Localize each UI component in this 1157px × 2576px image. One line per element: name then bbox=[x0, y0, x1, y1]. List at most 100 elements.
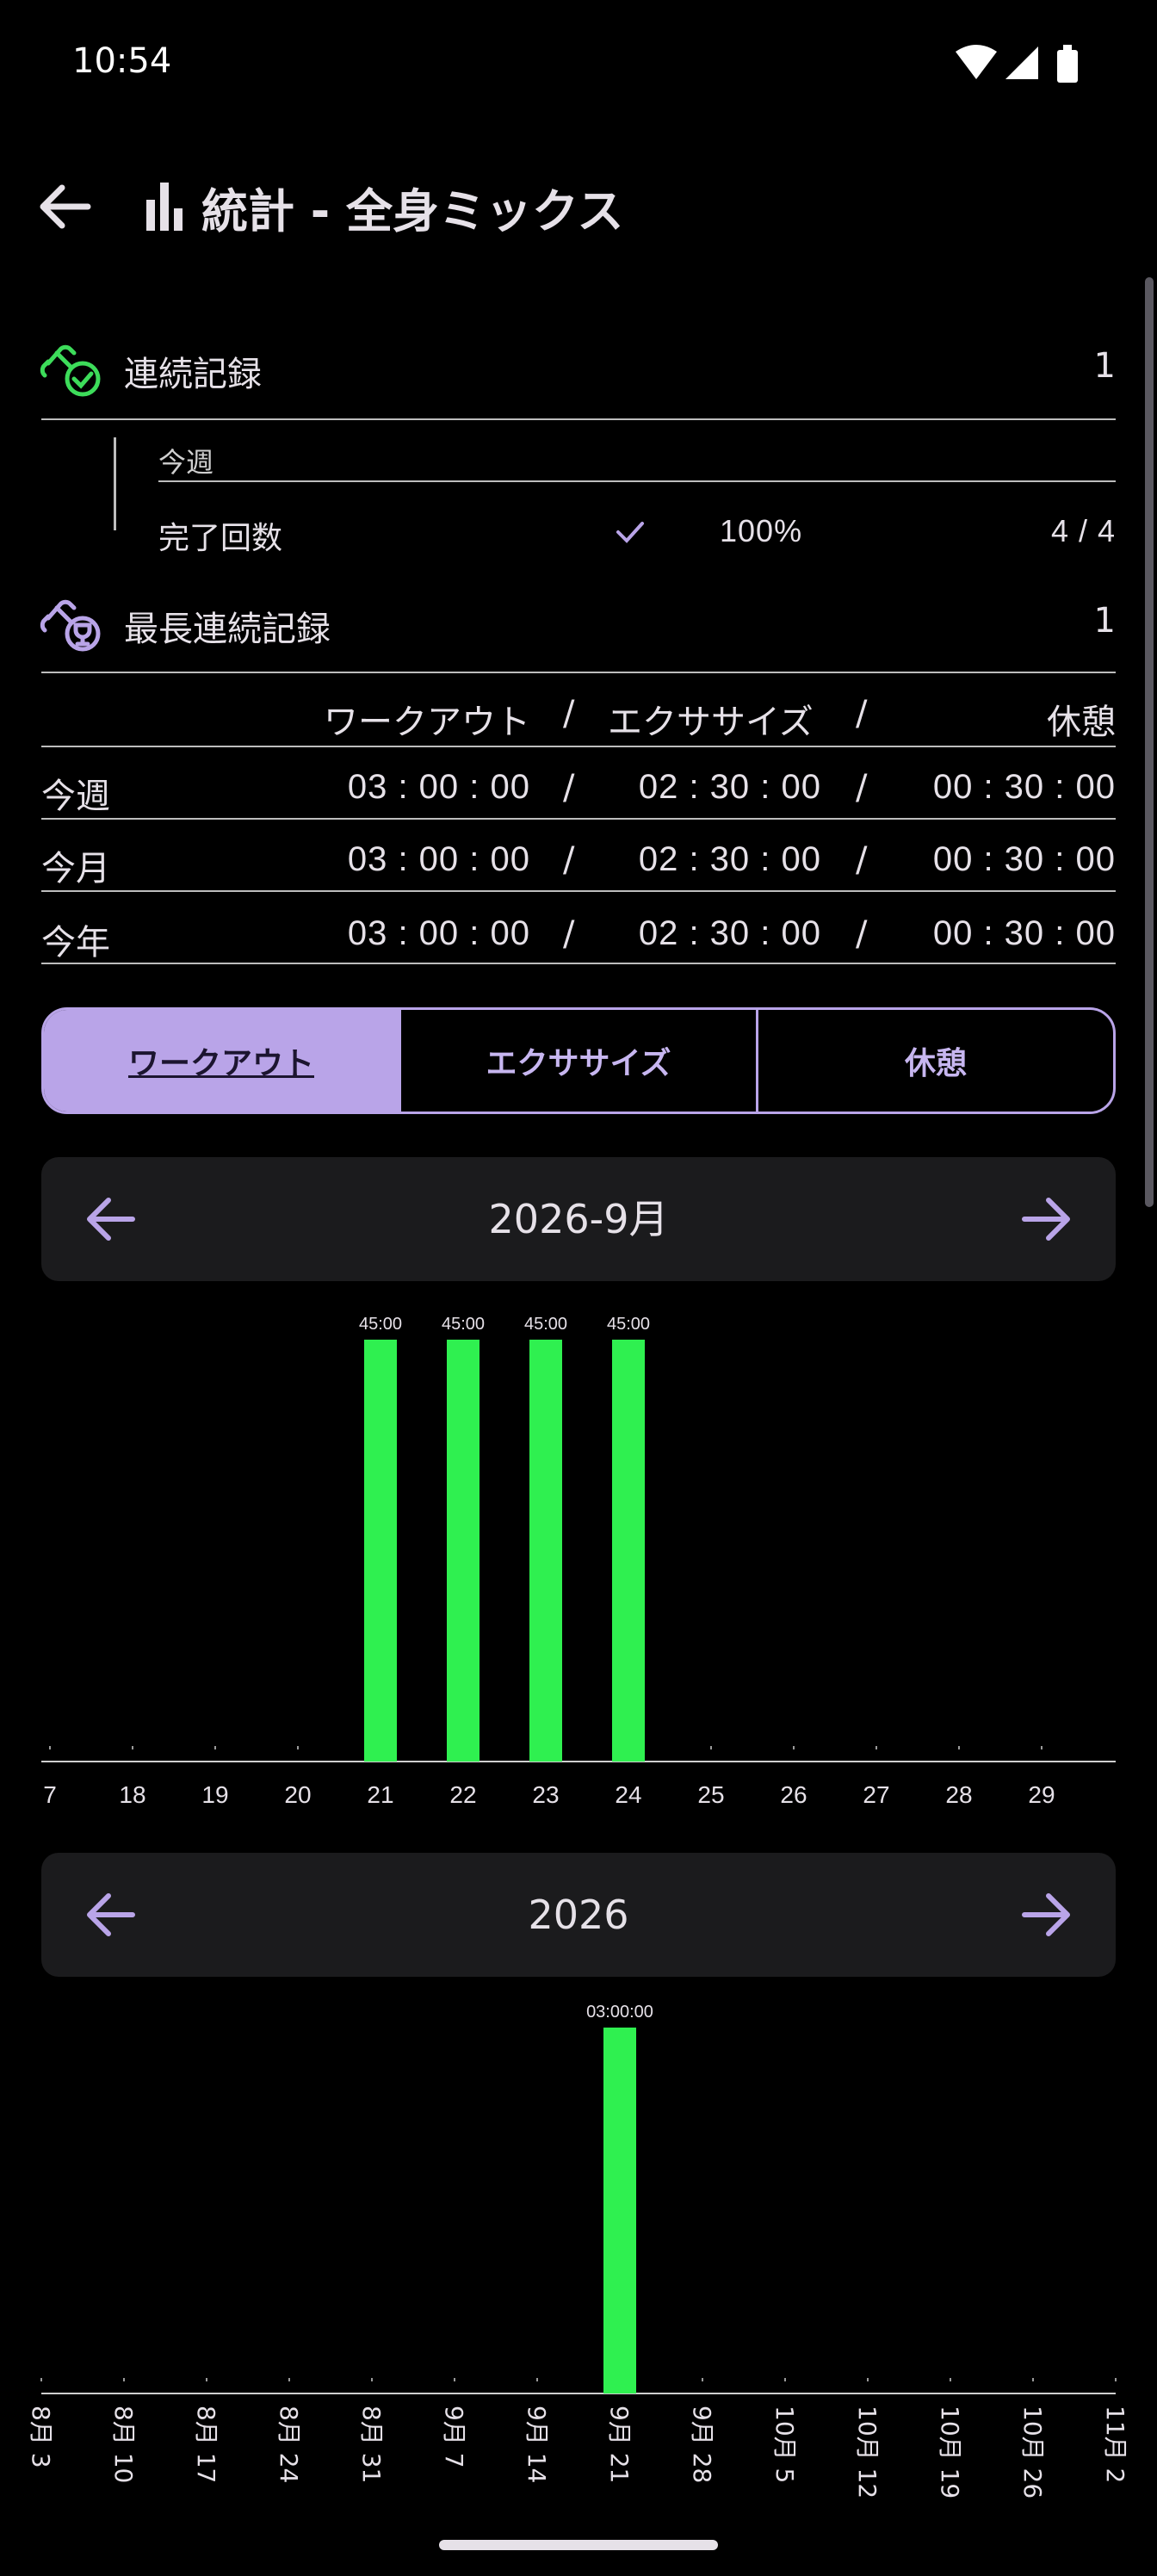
row-label-week: 今週 bbox=[41, 777, 110, 816]
bar-chart-icon bbox=[146, 183, 183, 231]
check-icon bbox=[616, 522, 644, 543]
divider bbox=[158, 480, 1116, 482]
divider bbox=[41, 963, 1116, 964]
header-separator: / bbox=[563, 694, 575, 734]
header-workout: ワークアウト bbox=[324, 703, 530, 742]
x-tick-label: 8月 3 bbox=[27, 2406, 55, 2468]
bar bbox=[364, 1340, 397, 1762]
divider bbox=[41, 746, 1116, 747]
bar bbox=[612, 1340, 645, 1762]
status-time: 10:54 bbox=[72, 41, 172, 81]
x-tick-label: 10月 12 bbox=[853, 2406, 882, 2499]
divider bbox=[41, 672, 1116, 673]
app-bar-title-group: 統計 - 全身ミックス bbox=[145, 172, 623, 241]
separator: / bbox=[856, 914, 868, 954]
completion-percent: 100% bbox=[720, 513, 803, 548]
x-tick-label: 9月 21 bbox=[605, 2406, 634, 2483]
segmented-tabs: ワークアウト エクササイズ 休憩 bbox=[41, 1007, 1116, 1114]
bar-value-label: 03:00:00 bbox=[586, 2003, 653, 2022]
year-workout-time: 03 : 00 : 00 bbox=[347, 914, 530, 952]
longest-streak-value: 1 bbox=[1093, 601, 1116, 641]
month-navigator: 2026-9月 bbox=[41, 1157, 1116, 1281]
month-workout-time: 03 : 00 : 00 bbox=[347, 840, 530, 878]
battery-icon bbox=[1057, 45, 1078, 83]
week-indent-line bbox=[114, 437, 116, 530]
monthly-bar-chart: 7 18 19 20 45:00 21 45:00 22 45:00 23 45:00 24 25 26 2… bbox=[41, 1315, 1116, 1808]
streak-link-check-icon bbox=[40, 344, 101, 397]
x-tick-label: 29 bbox=[1028, 1781, 1055, 1808]
x-tick-label: 8月 24 bbox=[275, 2406, 303, 2483]
x-tick-label: 24 bbox=[615, 1781, 641, 1808]
x-tick-label: 10月 26 bbox=[1018, 2406, 1047, 2499]
week-exercise-time: 02 : 30 : 00 bbox=[638, 768, 821, 806]
row-label-year: 今年 bbox=[41, 923, 110, 963]
x-tick-label: 27 bbox=[863, 1781, 889, 1808]
x-tick-label: 8月 10 bbox=[109, 2406, 138, 2483]
wifi-icon bbox=[956, 45, 997, 79]
status-icons bbox=[956, 45, 1078, 83]
header-separator: / bbox=[856, 694, 868, 734]
bar bbox=[529, 1340, 562, 1762]
separator: / bbox=[856, 768, 868, 808]
x-tick-label: 26 bbox=[780, 1781, 807, 1808]
bar-value-label: 45:00 bbox=[359, 1315, 402, 1334]
month-rest-time: 00 : 30 : 00 bbox=[932, 840, 1116, 878]
x-tick-label: 8月 31 bbox=[357, 2406, 386, 2483]
year-label: 2026 bbox=[528, 1892, 629, 1938]
x-tick-label: 7 bbox=[43, 1781, 57, 1808]
streak-value: 1 bbox=[1093, 346, 1116, 386]
divider bbox=[41, 890, 1116, 892]
x-tick-label: 9月 14 bbox=[523, 2406, 551, 2483]
x-tick-label: 25 bbox=[697, 1781, 724, 1808]
completion-label: 完了回数 bbox=[158, 521, 283, 556]
week-workout-time: 03 : 00 : 00 bbox=[347, 768, 530, 806]
yearly-bar-chart: 8月 3 8月 10 8月 17 8月 24 8月 31 9月 7 9月 14 03:00:0… bbox=[27, 2003, 1129, 2499]
x-tick-label: 23 bbox=[532, 1781, 559, 1808]
row-label-month: 今月 bbox=[41, 849, 110, 889]
next-month-arrow-icon[interactable] bbox=[1012, 1185, 1081, 1254]
month-exercise-time: 02 : 30 : 00 bbox=[638, 840, 821, 878]
page-title: 統計 - 全身ミックス bbox=[201, 183, 624, 238]
separator: / bbox=[563, 768, 575, 808]
year-rest-time: 00 : 30 : 00 bbox=[932, 914, 1116, 952]
x-tick-label: 21 bbox=[367, 1781, 393, 1808]
bar bbox=[447, 1340, 480, 1762]
header-exercise: エクササイズ bbox=[608, 703, 814, 742]
tab-exercise[interactable]: エクササイズ bbox=[399, 1010, 756, 1112]
divider bbox=[41, 818, 1116, 820]
completion-count: 4 / 4 bbox=[1050, 513, 1116, 548]
next-year-arrow-icon[interactable] bbox=[1012, 1880, 1081, 1949]
year-exercise-time: 02 : 30 : 00 bbox=[638, 914, 821, 952]
tab-rest[interactable]: 休憩 bbox=[756, 1010, 1113, 1112]
x-tick-label: 20 bbox=[284, 1781, 311, 1808]
month-label: 2026-9月 bbox=[488, 1196, 669, 1242]
bar bbox=[603, 2028, 636, 2393]
week-header: 今週 bbox=[158, 446, 214, 479]
home-indicator[interactable] bbox=[439, 2540, 718, 2550]
bar-value-label: 45:00 bbox=[442, 1315, 485, 1334]
week-rest-time: 00 : 30 : 00 bbox=[932, 768, 1116, 806]
bar-value-label: 45:00 bbox=[607, 1315, 650, 1334]
back-arrow-icon[interactable] bbox=[31, 172, 100, 241]
streak-label: 連続記録 bbox=[124, 355, 262, 394]
x-tick-label: 8月 17 bbox=[192, 2406, 220, 2483]
x-tick-label: 22 bbox=[449, 1781, 476, 1808]
x-tick-label: 9月 7 bbox=[440, 2406, 468, 2468]
x-tick-label: 28 bbox=[945, 1781, 972, 1808]
x-tick-label: 19 bbox=[201, 1781, 228, 1808]
x-tick-label: 10月 5 bbox=[770, 2406, 799, 2483]
trophy-link-icon bbox=[40, 599, 101, 652]
signal-icon bbox=[1005, 46, 1038, 79]
separator: / bbox=[856, 840, 868, 880]
year-navigator: 2026 bbox=[41, 1853, 1116, 1977]
divider bbox=[41, 418, 1116, 420]
x-tick-label: 18 bbox=[119, 1781, 145, 1808]
header-rest: 休憩 bbox=[1047, 703, 1116, 742]
separator: / bbox=[563, 914, 575, 954]
x-tick-label: 9月 28 bbox=[688, 2406, 716, 2483]
scrollbar[interactable] bbox=[1145, 277, 1154, 1207]
bar-value-label: 45:00 bbox=[524, 1315, 567, 1334]
x-tick-label: 10月 19 bbox=[936, 2406, 964, 2499]
longest-streak-label: 最長連続記録 bbox=[124, 610, 331, 649]
tab-workout[interactable]: ワークアウト bbox=[44, 1010, 399, 1112]
